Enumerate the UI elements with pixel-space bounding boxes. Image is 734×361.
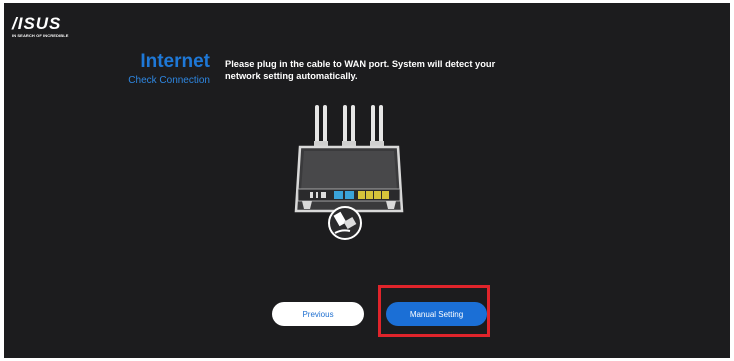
router-antennas <box>314 105 384 147</box>
highlight-box <box>378 285 490 337</box>
router-illustration <box>294 105 404 240</box>
asus-logo: /ISUS IN SEARCH OF INCREDIBLE <box>12 15 72 38</box>
instruction-text: Please plug in the cable to WAN port. Sy… <box>225 59 496 81</box>
setup-window: /ISUS IN SEARCH OF INCREDIBLE Internet C… <box>4 3 730 358</box>
logo-wordmark: /ISUS <box>12 14 62 33</box>
step-subtitle: Check Connection <box>128 75 210 86</box>
step-title: Internet <box>140 51 210 72</box>
router-body <box>294 145 404 213</box>
logo-tagline: IN SEARCH OF INCREDIBLE <box>12 33 69 38</box>
ethernet-cable-icon <box>328 206 362 240</box>
previous-button[interactable]: Previous <box>272 302 364 326</box>
